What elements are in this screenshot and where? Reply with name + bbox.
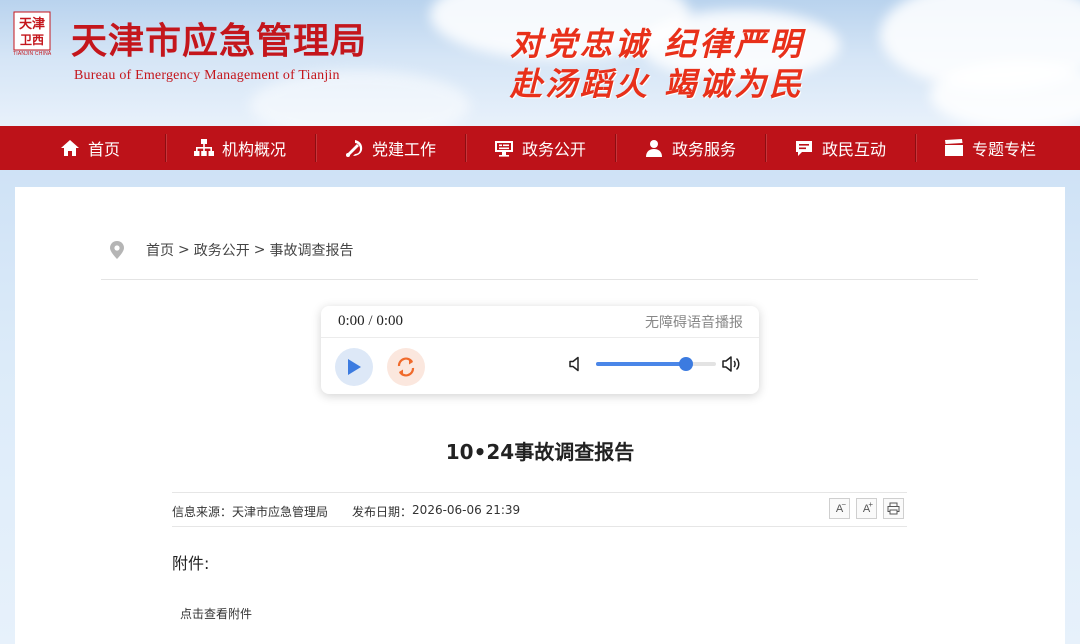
nav-item-party[interactable]: 党建工作: [315, 126, 465, 170]
article-meta: 信息来源： 天津市应急管理局 发布日期： 2026-06-06 21:39: [172, 503, 520, 520]
party-emblem-icon: [344, 138, 364, 158]
attachment-label: 附件:: [172, 554, 210, 573]
breadcrumb-separator: >: [178, 242, 190, 258]
site-subtitle: Bureau of Emergency Management of Tianji…: [74, 68, 340, 83]
nav-item-label: 政民互动: [821, 140, 886, 159]
site-logo-icon[interactable]: 天津 卫西: [13, 11, 51, 51]
breadcrumb-section[interactable]: 政务公开: [194, 240, 250, 260]
slogan-line-2: 赴汤蹈火 竭诚为民: [510, 65, 805, 103]
audio-player: 0:00 / 0:00 无障碍语音播报: [321, 306, 759, 394]
article-title: 10•24事故调查报告: [445, 440, 635, 464]
breadcrumb-current[interactable]: 事故调查报告: [269, 240, 353, 260]
source-value: 天津市应急管理局: [232, 505, 329, 519]
volume-high-icon[interactable]: [722, 354, 744, 374]
clapperboard-icon: [944, 138, 964, 158]
volume-slider-fill: [596, 362, 686, 366]
font-size-controls: A − A +: [829, 498, 904, 519]
nav-item-org[interactable]: 机构概况: [165, 126, 315, 170]
nav-item-home[interactable]: 首页: [15, 126, 165, 170]
volume-slider[interactable]: [596, 357, 716, 371]
breadcrumb-divider: [101, 279, 978, 280]
emblem-caption: TIANJIN CHINA: [13, 51, 52, 57]
emblem-text-top: 天津: [19, 16, 45, 32]
loop-button[interactable]: [387, 348, 425, 386]
font-decrease-button[interactable]: A −: [829, 498, 850, 519]
nav-item-label: 政务服务: [671, 140, 736, 159]
play-button[interactable]: [335, 348, 373, 386]
volume-slider-knob[interactable]: [679, 357, 693, 371]
printer-icon: [887, 502, 900, 515]
site-title[interactable]: 天津市应急管理局: [71, 20, 367, 64]
nav-item-label: 机构概况: [221, 140, 286, 159]
meta-divider-bottom: [172, 526, 907, 527]
play-icon: [348, 359, 361, 375]
main-nav: 首页 机构概况 党建工作 政务公开 政务服务 政民互动 专题专栏: [0, 126, 1080, 170]
home-icon: [60, 138, 80, 158]
nav-item-label: 专题专栏: [971, 140, 1036, 159]
nav-item-label: 政务公开: [521, 140, 586, 159]
emblem-text-bottom: 卫西: [20, 33, 44, 47]
player-header: 0:00 / 0:00 无障碍语音播报: [321, 306, 759, 338]
breadcrumb-separator: >: [253, 242, 266, 258]
chat-icon: [794, 138, 814, 158]
attachment-link[interactable]: 点击查看附件: [180, 605, 252, 622]
meta-divider-top: [172, 492, 907, 493]
print-button[interactable]: [883, 498, 904, 519]
nav-item-gov-service[interactable]: 政务服务: [615, 126, 765, 170]
font-increase-button[interactable]: A +: [856, 498, 877, 519]
source-label: 信息来源：: [172, 505, 233, 519]
loop-icon: [397, 357, 415, 377]
nav-item-topics[interactable]: 专题专栏: [915, 126, 1065, 170]
monitor-icon: [494, 138, 514, 158]
volume-low-icon[interactable]: [569, 356, 583, 372]
player-time: 0:00 / 0:00: [338, 313, 404, 329]
org-chart-icon: [193, 138, 214, 158]
breadcrumb: 首页 > 政务公开 > 事故调查报告: [110, 240, 353, 260]
date-label: 发布日期：: [352, 505, 413, 519]
person-icon: [644, 138, 664, 158]
date-value: 2026-06-06 21:39: [412, 503, 521, 517]
nav-item-label: 首页: [87, 140, 120, 159]
header-banner: 天津 卫西 TIANJIN CHINA 天津市应急管理局 Bureau of E…: [0, 0, 1080, 126]
player-label: 无障碍语音播报: [645, 315, 743, 331]
nav-item-interaction[interactable]: 政民互动: [765, 126, 915, 170]
breadcrumb-home[interactable]: 首页: [146, 240, 174, 260]
nav-item-label: 党建工作: [371, 140, 436, 159]
slogan-line-1: 对党忠诚 纪律严明: [510, 25, 805, 63]
nav-item-gov-affairs[interactable]: 政务公开: [465, 126, 615, 170]
location-pin-icon: [110, 241, 124, 259]
